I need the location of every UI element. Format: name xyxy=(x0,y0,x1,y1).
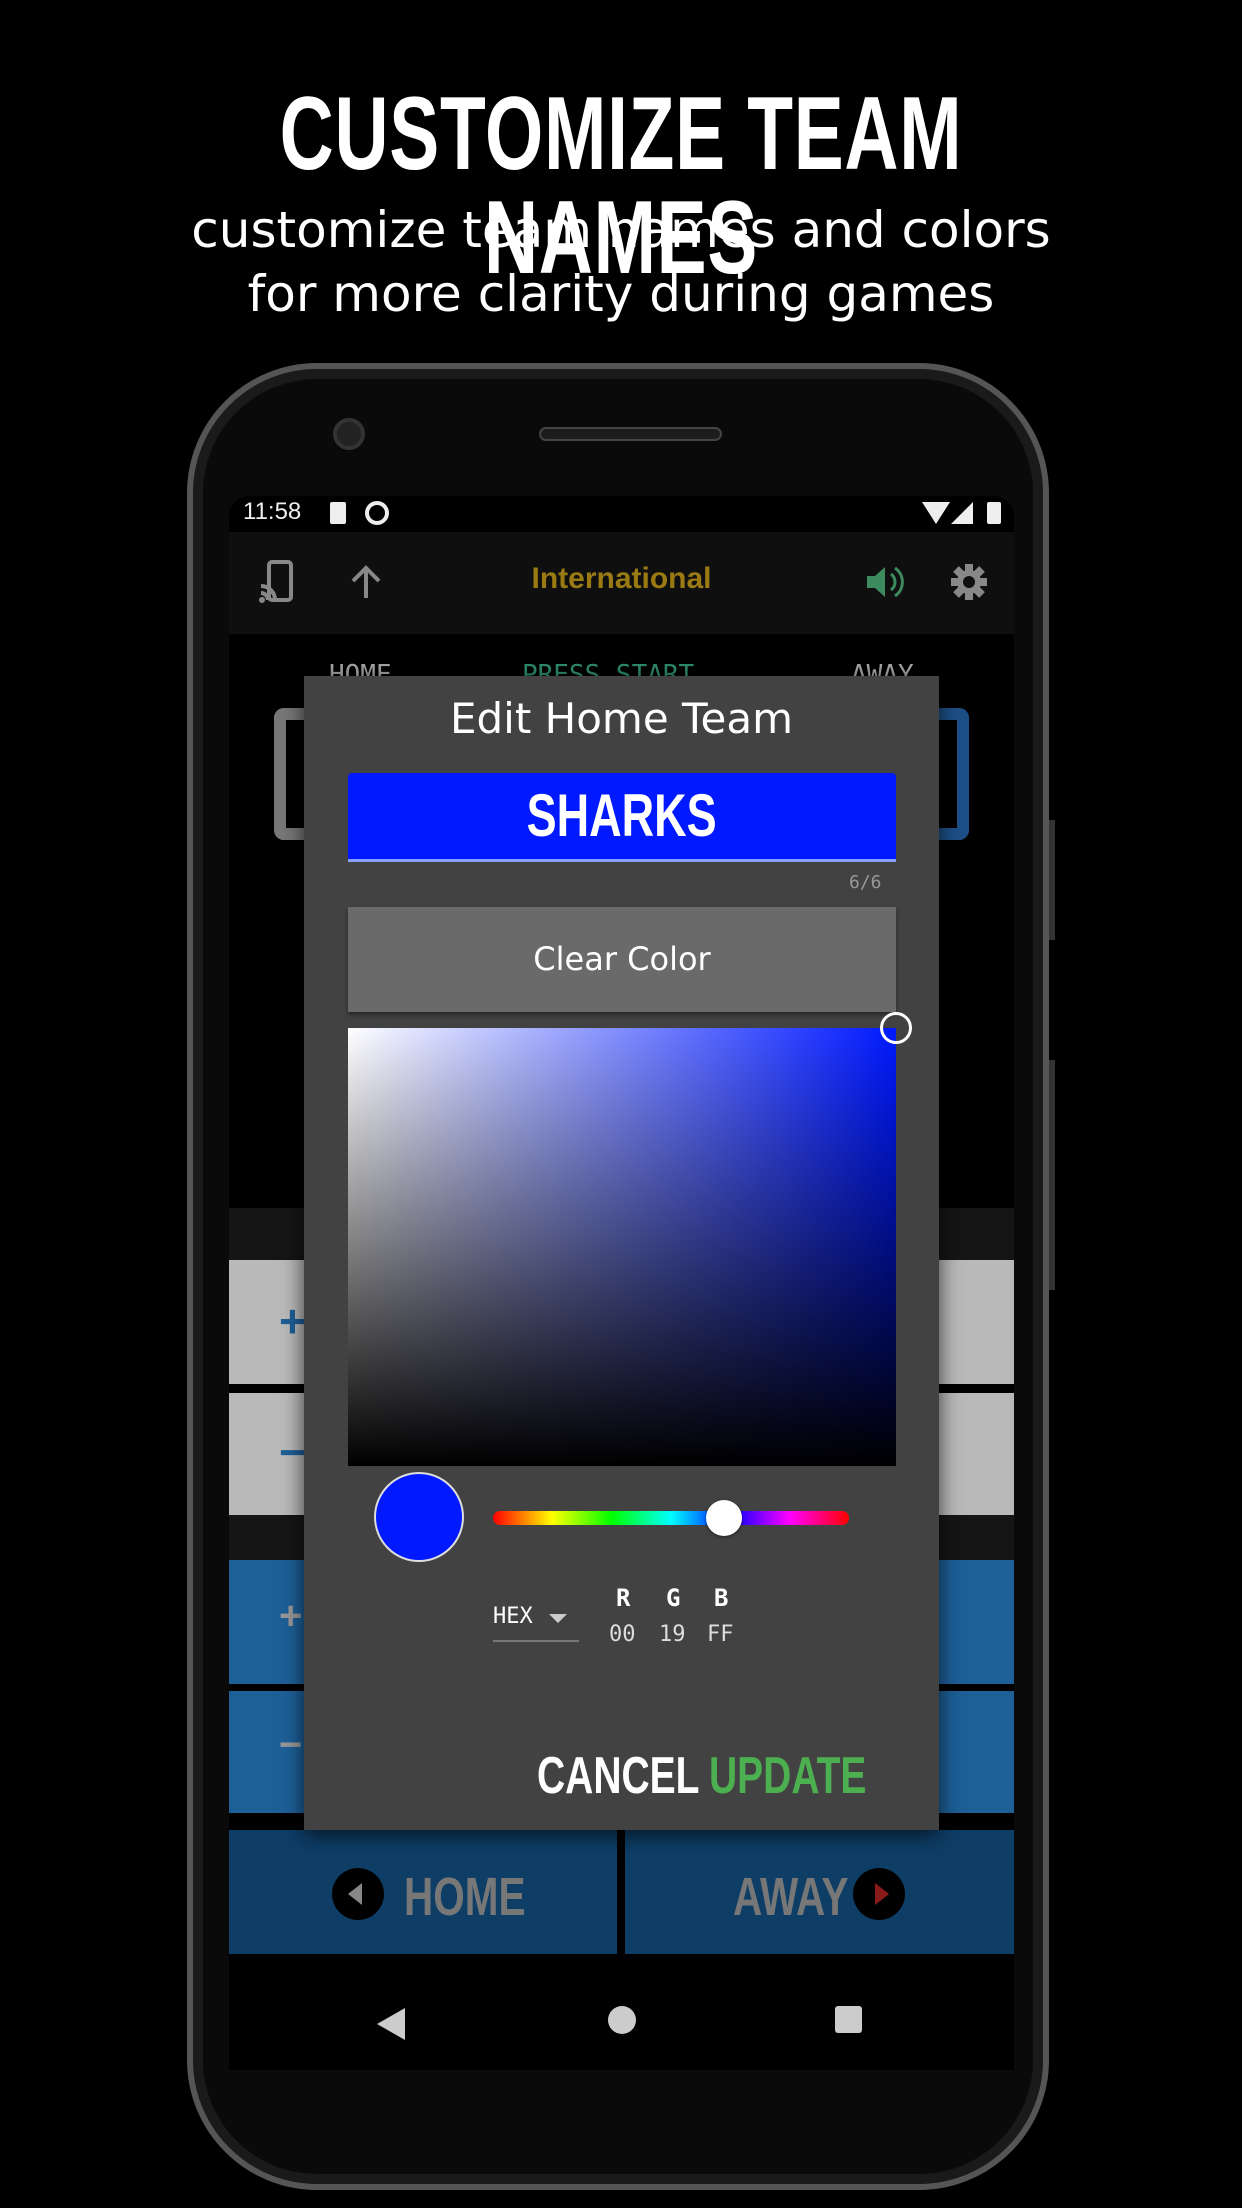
promo-subtitle-line1: customize team names and colors xyxy=(191,201,1051,259)
home-button[interactable]: HOME xyxy=(229,1830,617,1954)
nav-home-icon[interactable] xyxy=(608,2006,636,2034)
chevron-right-icon xyxy=(853,1868,905,1920)
edit-team-dialog: Edit Home Team SHARKS 6/6 Clear Color HE… xyxy=(304,676,939,1830)
away-button[interactable]: AWAY xyxy=(625,1830,1014,1954)
g-label: G xyxy=(666,1584,681,1612)
char-counter: 6/6 xyxy=(849,872,882,893)
home-button-label: HOME xyxy=(404,1867,526,1927)
color-preview-swatch xyxy=(374,1472,464,1562)
hue-slider-thumb[interactable] xyxy=(706,1500,743,1536)
away-button-label: AWAY xyxy=(733,1867,849,1927)
team-name-input[interactable]: SHARKS xyxy=(348,773,896,862)
status-bar: 11:58 xyxy=(229,496,1014,532)
chevron-left-icon xyxy=(332,1868,384,1920)
status-time: 11:58 xyxy=(243,498,302,525)
gear-icon[interactable] xyxy=(949,562,989,602)
color-mode-value: HEX xyxy=(493,1604,533,1629)
saturation-value-picker[interactable] xyxy=(348,1012,912,1466)
camera-icon xyxy=(333,418,365,450)
side-button xyxy=(1049,820,1055,940)
signal-icon xyxy=(951,502,973,524)
picker-handle[interactable] xyxy=(880,1012,912,1044)
sd-card-icon xyxy=(330,502,346,524)
nav-back-icon[interactable] xyxy=(377,2008,405,2040)
wifi-icon xyxy=(922,502,950,524)
promo-subtitle-line2: for more clarity during games xyxy=(247,265,995,323)
volume-icon[interactable] xyxy=(865,564,905,600)
plus-icon: + xyxy=(279,1295,306,1347)
speaker-grille xyxy=(539,427,722,441)
sync-icon xyxy=(365,501,389,525)
dialog-title: Edit Home Team xyxy=(449,694,794,743)
nav-recents-icon[interactable] xyxy=(835,2006,862,2033)
b-label: B xyxy=(714,1584,729,1612)
plus-icon: + xyxy=(279,1594,303,1638)
cancel-button[interactable]: CANCEL xyxy=(537,1746,700,1806)
g-value[interactable]: 19 xyxy=(659,1622,686,1647)
dropdown-arrow-icon xyxy=(549,1614,567,1623)
minus-icon: − xyxy=(279,1426,306,1478)
r-value[interactable]: 00 xyxy=(609,1622,636,1647)
minus-icon: − xyxy=(279,1723,303,1767)
phone-screen: 11:58 International HOME PRESS START AWA… xyxy=(229,496,1014,2070)
color-mode-dropdown[interactable]: HEX xyxy=(493,1604,579,1642)
b-value[interactable]: FF xyxy=(707,1622,734,1647)
team-name-value: SHARKS xyxy=(526,782,718,849)
hue-slider[interactable] xyxy=(493,1500,849,1536)
update-button[interactable]: UPDATE xyxy=(709,1746,866,1806)
r-label: R xyxy=(616,1584,631,1612)
battery-icon xyxy=(987,502,1001,524)
side-button xyxy=(1049,1060,1055,1290)
app-toolbar: International xyxy=(229,532,1014,634)
clear-color-button[interactable]: Clear Color xyxy=(348,907,896,1012)
